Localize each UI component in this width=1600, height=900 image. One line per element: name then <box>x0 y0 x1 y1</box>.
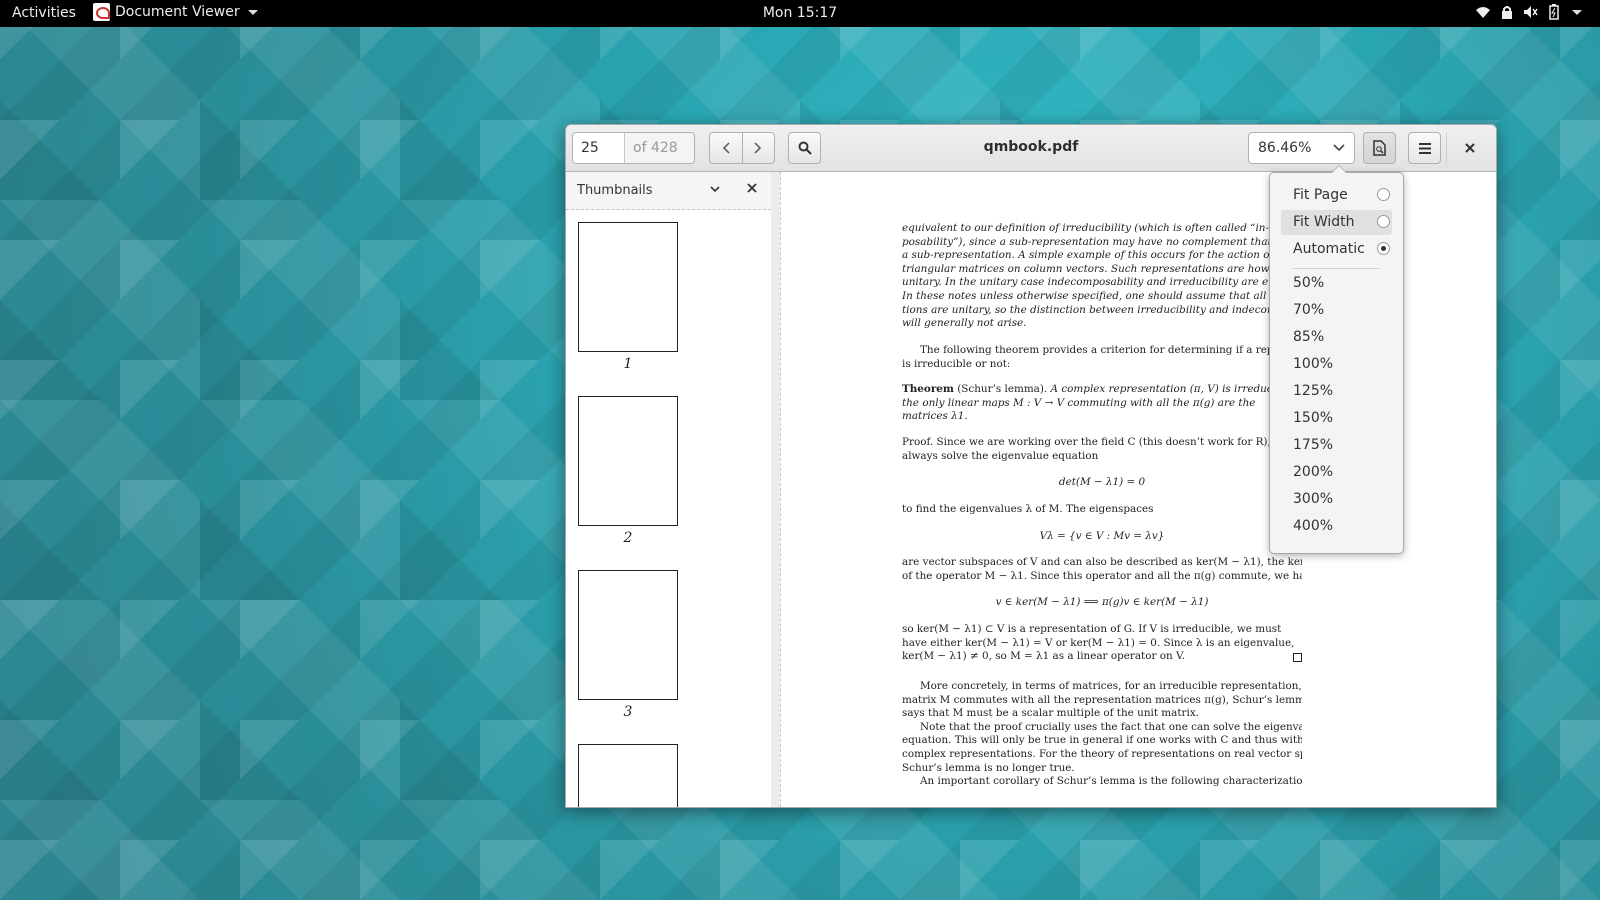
radio-icon[interactable] <box>1377 215 1390 228</box>
next-page-button[interactable] <box>743 133 775 163</box>
zoom-level-item[interactable]: 85% <box>1281 325 1392 350</box>
eigen-line: to find the eigenvalues λ of M. The eige… <box>902 503 1154 515</box>
zoom-level-item[interactable]: 100% <box>1281 352 1392 377</box>
wifi-icon <box>1476 7 1490 18</box>
equation-3: v ∈ ker(M − λ1) ⟹ π(g)v ∈ ker(M − λ1) <box>995 596 1209 608</box>
sidebar-scrollbar[interactable] <box>771 172 779 807</box>
zoom-level-item[interactable]: 300% <box>1281 487 1392 512</box>
equation-2: Vλ = {v ∈ V : Mv = λv} <box>1039 530 1165 542</box>
zoom-level-item[interactable]: 400% <box>1281 514 1392 539</box>
radio-selected-icon[interactable] <box>1377 242 1390 255</box>
chevron-right-icon <box>754 142 762 154</box>
paragraph-3: are vector subspaces of V and can also b… <box>902 556 1302 582</box>
thumbnail-label: 1 <box>623 356 633 372</box>
document-viewer-icon <box>93 3 110 21</box>
close-window-button[interactable] <box>1461 139 1479 157</box>
zoom-level-item[interactable]: 175% <box>1281 433 1392 458</box>
volume-icon <box>1524 6 1538 18</box>
page-total-label: of 428 <box>625 133 694 163</box>
chevron-down-icon[interactable] <box>709 184 721 196</box>
header-separator <box>1446 133 1447 163</box>
top-bar: Activities Document Viewer Mon 15:17 <box>0 0 1600 27</box>
page-thumbnail[interactable] <box>578 222 678 352</box>
search-button[interactable] <box>788 132 821 164</box>
zoom-popover: Fit Page Fit Width Automatic 50% 70% 85%… <box>1269 165 1404 554</box>
app-menu-label: Document Viewer <box>115 4 240 20</box>
zoom-level-item[interactable]: 200% <box>1281 460 1392 485</box>
system-tray[interactable] <box>1475 4 1582 20</box>
paragraph-1: equivalent to our definition of irreduci… <box>902 222 1293 330</box>
zoom-automatic[interactable]: Automatic <box>1281 237 1392 262</box>
close-sidebar-icon[interactable] <box>747 183 757 193</box>
chevron-down-icon <box>1333 144 1345 152</box>
equation-1: det(M − λ1) = 0 <box>1058 476 1146 488</box>
page-thumbnail[interactable] <box>578 396 678 526</box>
zoom-level-item[interactable]: 70% <box>1281 298 1392 323</box>
zoom-level-item[interactable]: 50% <box>1281 271 1392 296</box>
previous-page-button[interactable] <box>710 133 743 163</box>
zoom-level-item[interactable]: 150% <box>1281 406 1392 431</box>
radio-icon[interactable] <box>1377 188 1390 201</box>
thumbnails-sidebar: Thumbnails 1 2 3 <box>566 172 772 807</box>
zoom-level-item[interactable]: 125% <box>1281 379 1392 404</box>
page-thumbnail[interactable] <box>578 570 678 700</box>
battery-icon <box>1549 4 1559 20</box>
power-menu-icon <box>1572 9 1582 15</box>
document-properties-button[interactable] <box>1363 132 1396 164</box>
lock-icon <box>1502 6 1512 19</box>
hamburger-menu-icon <box>1418 142 1431 154</box>
activities-button[interactable]: Activities <box>12 5 76 21</box>
zoom-value: 86.46% <box>1258 140 1312 156</box>
page-navigation <box>709 132 775 164</box>
close-icon <box>1465 143 1475 153</box>
zoom-fit-width[interactable]: Fit Width <box>1281 210 1392 235</box>
document-icon <box>1373 140 1386 156</box>
zoom-fit-page[interactable]: Fit Page <box>1281 183 1392 208</box>
paragraph-5: More concretely, in terms of matrices, f… <box>902 680 1302 788</box>
app-menu[interactable]: Document Viewer <box>93 3 258 21</box>
window-title: qmbook.pdf <box>983 139 1079 155</box>
page-thumbnail[interactable] <box>578 744 678 807</box>
thumbnail-label: 2 <box>623 530 633 546</box>
search-icon <box>798 141 812 155</box>
header-bar: 25 of 428 qmbook.pdf 86.46% <box>566 125 1496 172</box>
sidebar-mode-label: Thumbnails <box>577 183 653 198</box>
zoom-selector[interactable]: 86.46% <box>1248 132 1355 164</box>
theorem: Theorem (Schur’s lemma). A complex repre… <box>902 383 1273 423</box>
sidebar-header[interactable]: Thumbnails <box>566 172 771 210</box>
qed-box <box>1293 653 1302 663</box>
current-page-field[interactable]: 25 <box>573 133 625 163</box>
chevron-left-icon <box>722 142 730 154</box>
thumbnail-label: 3 <box>623 704 633 720</box>
proof: Proof. Since we are working over the fie… <box>902 436 1271 462</box>
menu-button[interactable] <box>1408 132 1441 164</box>
menu-separator <box>1293 268 1379 269</box>
paragraph-2: The following theorem provides a criteri… <box>902 344 1297 370</box>
page-number-entry[interactable]: 25 of 428 <box>572 132 695 164</box>
caret-down-icon <box>247 9 258 15</box>
paragraph-4: so ker(M − λ1) ⊂ V is a representation o… <box>902 623 1302 664</box>
